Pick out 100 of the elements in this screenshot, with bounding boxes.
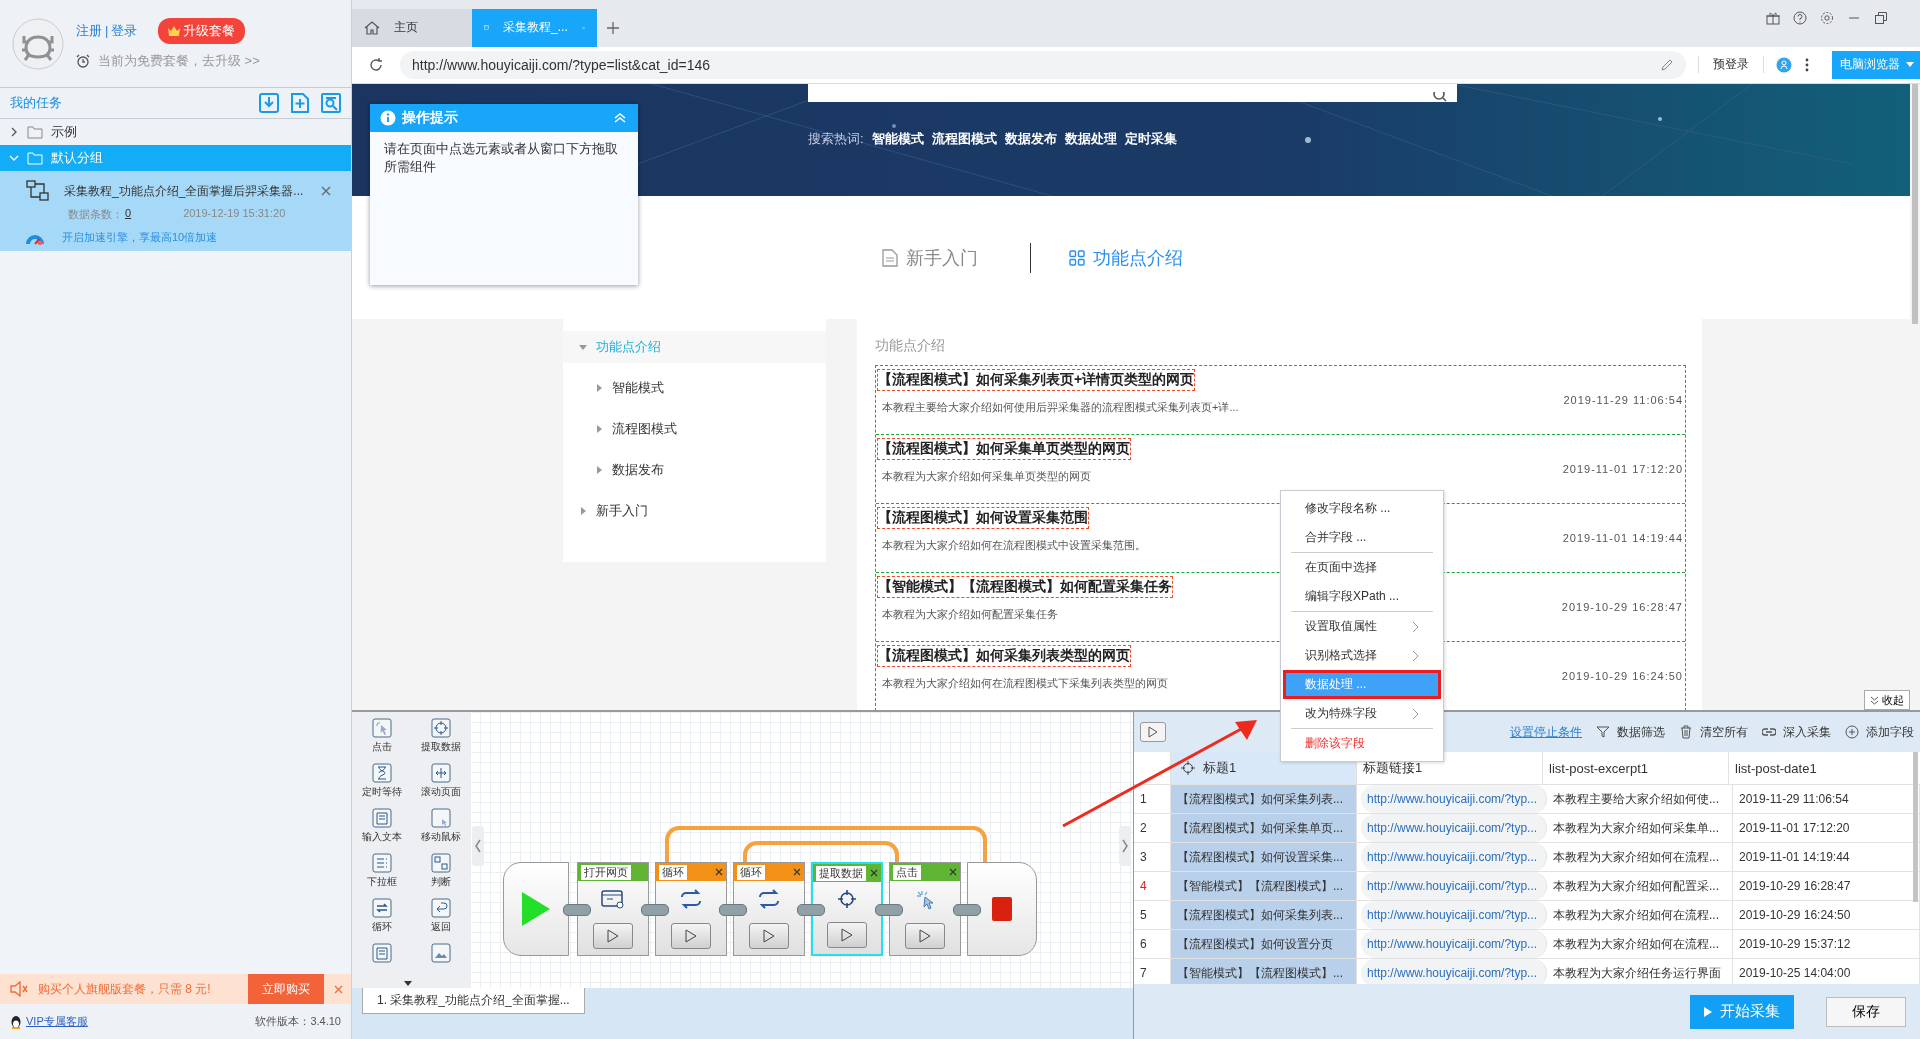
- article-title[interactable]: 【流程图模式】如何设置采集范围: [878, 508, 1088, 528]
- double-chevron-icon: [1870, 695, 1879, 705]
- run-step-button[interactable]: [905, 922, 945, 949]
- article-title[interactable]: 【流程图模式】如何采集列表页+详情页类型的网页: [878, 370, 1195, 390]
- register-link[interactable]: 注册: [76, 21, 102, 40]
- hot-word-link[interactable]: 定时采集: [1124, 130, 1177, 148]
- table-cell: 本教程为大家介绍如何采集单...: [1547, 814, 1733, 842]
- flow-node[interactable]: 循环: [655, 862, 727, 956]
- end-block[interactable]: [967, 862, 1037, 956]
- tool-item[interactable]: 定时等待: [352, 763, 411, 808]
- flow-node[interactable]: 打开网页: [577, 862, 649, 956]
- close-icon[interactable]: [949, 868, 957, 876]
- help-icon[interactable]: [1793, 11, 1807, 26]
- upgrade-button[interactable]: 升级套餐: [158, 17, 246, 44]
- toolbar-action[interactable]: 数据筛选: [1596, 723, 1665, 741]
- hot-word-link[interactable]: 流程图模式: [931, 130, 997, 148]
- new-tab-icon[interactable]: [607, 21, 619, 34]
- tool-item[interactable]: 输入文本: [352, 808, 411, 853]
- user-icon[interactable]: [1776, 56, 1792, 73]
- start-block[interactable]: [503, 862, 569, 956]
- article-title[interactable]: 【智能模式】【流程图模式】如何配置采集任务: [878, 577, 1172, 597]
- tool-item[interactable]: 点击: [352, 718, 411, 763]
- nav-item[interactable]: 新手入门: [563, 495, 826, 527]
- search-document-icon[interactable]: [321, 93, 341, 113]
- hot-word-link[interactable]: 数据处理: [1064, 130, 1117, 148]
- support-link[interactable]: VIP专属客服: [26, 1014, 88, 1029]
- login-link[interactable]: 登录: [111, 21, 138, 40]
- section-tab[interactable]: 新手入门: [882, 245, 978, 270]
- gift-icon[interactable]: [1766, 11, 1780, 26]
- promo-text: 购买个人旗舰版套餐，只需 8 元!: [38, 980, 212, 998]
- address-field[interactable]: http://www.houyicaiji.com/?type=list&cat_id=146: [400, 50, 1686, 79]
- task-tab[interactable]: 1. 采集教程_功能点介绍_全面掌握...: [362, 988, 585, 1014]
- collapse-button[interactable]: 收起: [1864, 690, 1910, 710]
- close-icon[interactable]: [321, 186, 331, 196]
- scrollbar[interactable]: [1912, 84, 1918, 324]
- article-title[interactable]: 【流程图模式】如何采集单页类型的网页: [878, 439, 1130, 459]
- hot-word-link[interactable]: 数据发布: [1004, 130, 1057, 148]
- count-link[interactable]: 0: [125, 207, 132, 222]
- nav-item[interactable]: 流程图模式: [563, 413, 826, 445]
- collapse-icon[interactable]: [614, 113, 626, 123]
- chevron-right-icon[interactable]: [1119, 826, 1131, 866]
- node-label: 循环: [737, 864, 765, 880]
- tool-item[interactable]: 循环: [352, 898, 411, 943]
- menu-item[interactable]: 识别格式选择: [1283, 641, 1441, 670]
- menu-item[interactable]: 改为特殊字段: [1283, 699, 1441, 728]
- tool-item[interactable]: 判断: [411, 853, 470, 898]
- more-icon[interactable]: [1804, 56, 1810, 73]
- chevron-left-icon[interactable]: [472, 826, 484, 866]
- tool-item[interactable]: 移动鼠标: [411, 808, 470, 853]
- flow-node[interactable]: 提取数据: [811, 862, 883, 956]
- article-title[interactable]: 【流程图模式】如何采集列表类型的网页: [878, 646, 1130, 666]
- caret-icon[interactable]: [404, 981, 412, 986]
- tool-item[interactable]: 提取数据: [411, 718, 470, 763]
- task-card[interactable]: 采集教程_功能点介绍_全面掌握后羿采集器... 数据条数： 0 2019-12-19 15:31:20 开启加速引擎，享最高10倍加速: [0, 171, 351, 251]
- close-icon[interactable]: [715, 868, 723, 876]
- nav-item[interactable]: 智能模式: [563, 372, 826, 404]
- menu-item[interactable]: 设置取值属性: [1283, 612, 1441, 641]
- play-button[interactable]: [1140, 722, 1166, 742]
- toolbar-action[interactable]: 清空所有: [1679, 723, 1748, 741]
- tool-item[interactable]: 滚动页面: [411, 763, 470, 808]
- list-icon: [371, 853, 392, 873]
- search-icon[interactable]: [1433, 92, 1447, 102]
- column-header[interactable]: list-post-excerpt1: [1543, 752, 1729, 784]
- menu-item[interactable]: 合并字段 ...: [1283, 523, 1441, 552]
- save-button[interactable]: 保存: [1826, 996, 1906, 1027]
- tool-item[interactable]: 返回: [411, 898, 470, 943]
- image-icon: [430, 943, 451, 963]
- new-task-icon[interactable]: [290, 93, 310, 113]
- tool-item[interactable]: 下拉框: [352, 853, 411, 898]
- run-step-button[interactable]: [827, 922, 867, 948]
- close-icon[interactable]: [870, 869, 878, 877]
- menu-item[interactable]: 修改字段名称 ...: [1283, 494, 1441, 523]
- nav-item[interactable]: 数据发布: [563, 454, 826, 486]
- group-row[interactable]: 示例: [0, 119, 351, 145]
- stop-condition-link[interactable]: 设置停止条件: [1510, 723, 1582, 741]
- table-cell: 【流程图模式】如何采集单页...: [1171, 814, 1357, 842]
- import-icon[interactable]: [259, 93, 279, 113]
- restore-icon[interactable]: [1874, 11, 1888, 26]
- column-label: 标题1: [1203, 759, 1237, 777]
- flow-node[interactable]: 循环: [733, 862, 805, 956]
- menu-item[interactable]: 编辑字段XPath ...: [1283, 582, 1441, 611]
- count-label: 数据条数：: [68, 207, 123, 222]
- loop-icon: [678, 887, 704, 910]
- reload-icon[interactable]: [368, 56, 384, 73]
- run-step-button[interactable]: [593, 922, 633, 949]
- menu-item[interactable]: 在页面中选择: [1283, 553, 1441, 582]
- scrollbar[interactable]: [1913, 752, 1918, 902]
- toolbar-action[interactable]: 深入采集: [1762, 723, 1831, 741]
- node-label: 循环: [659, 864, 687, 880]
- pencil-icon[interactable]: [1660, 57, 1674, 72]
- article-date: 2019-11-01 17:12:20: [1562, 463, 1683, 477]
- run-step-button[interactable]: [749, 922, 789, 949]
- run-step-button[interactable]: [671, 922, 711, 949]
- hot-word-link[interactable]: 智能模式: [871, 130, 924, 148]
- settings-icon[interactable]: [1820, 11, 1834, 26]
- browser-tab[interactable]: 主页: [352, 8, 472, 47]
- flow-node[interactable]: 点击: [889, 862, 961, 956]
- pre-login-button[interactable]: 预登录: [1698, 56, 1764, 74]
- toolbar-action[interactable]: 添加字段: [1845, 723, 1914, 741]
- close-icon[interactable]: [793, 868, 801, 876]
